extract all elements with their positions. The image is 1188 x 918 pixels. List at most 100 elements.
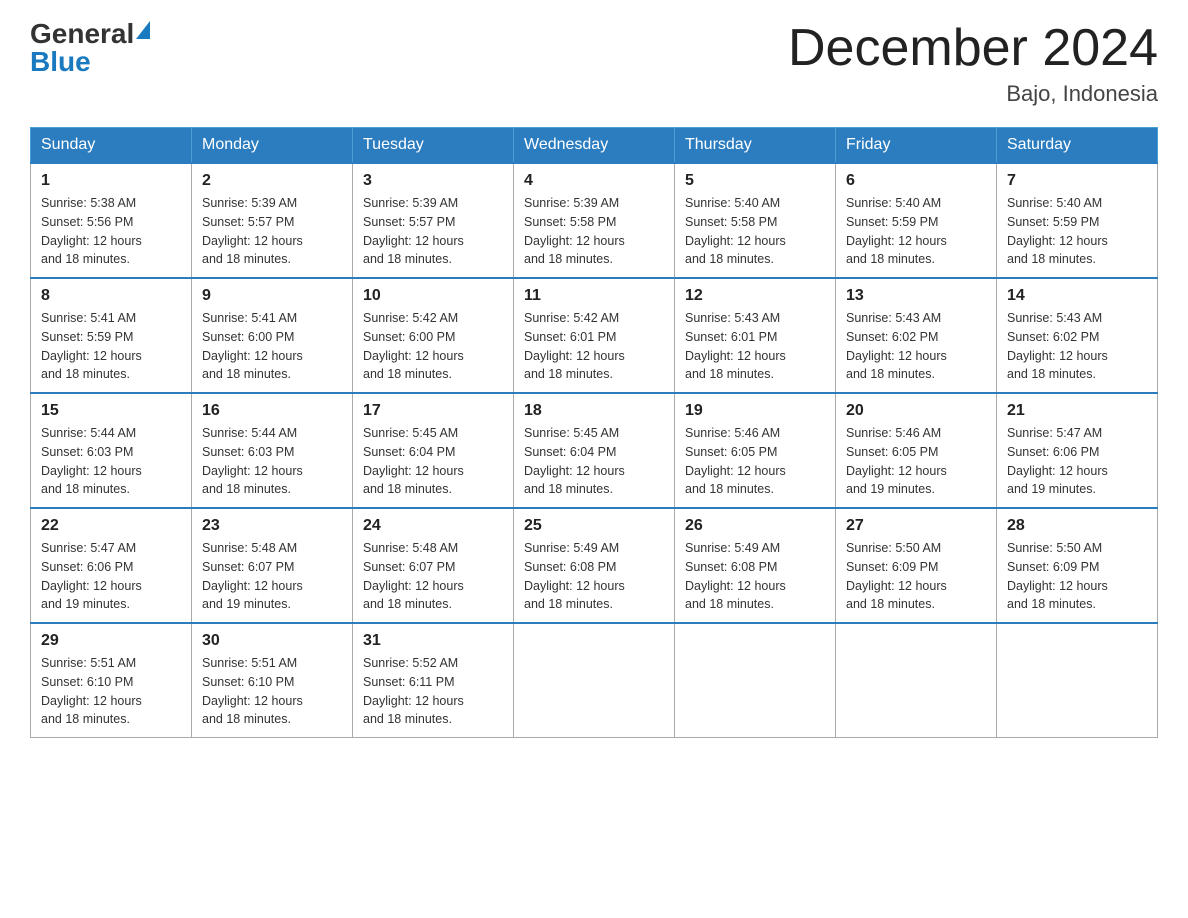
- day-info: Sunrise: 5:46 AMSunset: 6:05 PMDaylight:…: [846, 424, 986, 499]
- day-number: 23: [202, 517, 342, 535]
- day-info: Sunrise: 5:40 AMSunset: 5:59 PMDaylight:…: [1007, 194, 1147, 269]
- calendar-cell: 7 Sunrise: 5:40 AMSunset: 5:59 PMDaylight…: [997, 163, 1158, 278]
- calendar-cell: 28Sunrise: 5:50 AMSunset: 6:09 PMDayligh…: [997, 508, 1158, 623]
- week-row-4: 22 Sunrise: 5:47 AMSunset: 6:06 PMDayligh…: [31, 508, 1158, 623]
- day-info: Sunrise: 5:40 AMSunset: 5:59 PMDaylight:…: [846, 194, 986, 269]
- day-number: 7: [1007, 172, 1147, 190]
- day-info: Sunrise: 5:44 AMSunset: 6:03 PMDaylight:…: [41, 424, 181, 499]
- day-number: 14: [1007, 287, 1147, 305]
- day-info: Sunrise: 5:41 AMSunset: 5:59 PMDaylight:…: [41, 309, 181, 384]
- day-info: Sunrise: 5:42 AMSunset: 6:01 PMDaylight:…: [524, 309, 664, 384]
- day-number: 8: [41, 287, 181, 305]
- day-number: 22: [41, 517, 181, 535]
- day-info: Sunrise: 5:38 AMSunset: 5:56 PMDaylight:…: [41, 194, 181, 269]
- day-number: 18: [524, 402, 664, 420]
- weekday-header-thursday: Thursday: [675, 128, 836, 164]
- day-info: Sunrise: 5:42 AMSunset: 6:00 PMDaylight:…: [363, 309, 503, 384]
- week-row-2: 8 Sunrise: 5:41 AMSunset: 5:59 PMDaylight…: [31, 278, 1158, 393]
- calendar-cell: 8 Sunrise: 5:41 AMSunset: 5:59 PMDaylight…: [31, 278, 192, 393]
- calendar-cell: 26 Sunrise: 5:49 AMSunset: 6:08 PMDayligh…: [675, 508, 836, 623]
- calendar-cell: [514, 623, 675, 738]
- calendar-cell: 15 Sunrise: 5:44 AMSunset: 6:03 PMDayligh…: [31, 393, 192, 508]
- day-info: Sunrise: 5:39 AMSunset: 5:58 PMDaylight:…: [524, 194, 664, 269]
- day-number: 4: [524, 172, 664, 190]
- calendar-cell: 18 Sunrise: 5:45 AMSunset: 6:04 PMDayligh…: [514, 393, 675, 508]
- calendar-cell: 25 Sunrise: 5:49 AMSunset: 6:08 PMDayligh…: [514, 508, 675, 623]
- day-info: Sunrise: 5:48 AMSunset: 6:07 PMDaylight:…: [202, 539, 342, 614]
- day-info: Sunrise: 5:44 AMSunset: 6:03 PMDaylight:…: [202, 424, 342, 499]
- weekday-header-tuesday: Tuesday: [353, 128, 514, 164]
- day-number: 5: [685, 172, 825, 190]
- calendar-cell: 29Sunrise: 5:51 AMSunset: 6:10 PMDayligh…: [31, 623, 192, 738]
- week-row-1: 1Sunrise: 5:38 AMSunset: 5:56 PMDaylight…: [31, 163, 1158, 278]
- calendar-cell: 5 Sunrise: 5:40 AMSunset: 5:58 PMDaylight…: [675, 163, 836, 278]
- day-number: 12: [685, 287, 825, 305]
- day-info: Sunrise: 5:45 AMSunset: 6:04 PMDaylight:…: [363, 424, 503, 499]
- day-number: 17: [363, 402, 503, 420]
- day-info: Sunrise: 5:39 AMSunset: 5:57 PMDaylight:…: [363, 194, 503, 269]
- calendar-cell: 17 Sunrise: 5:45 AMSunset: 6:04 PMDayligh…: [353, 393, 514, 508]
- calendar-cell: 23 Sunrise: 5:48 AMSunset: 6:07 PMDayligh…: [192, 508, 353, 623]
- calendar-cell: 13 Sunrise: 5:43 AMSunset: 6:02 PMDayligh…: [836, 278, 997, 393]
- day-info: Sunrise: 5:49 AMSunset: 6:08 PMDaylight:…: [685, 539, 825, 614]
- day-info: Sunrise: 5:48 AMSunset: 6:07 PMDaylight:…: [363, 539, 503, 614]
- page-header: General Blue December 2024 Bajo, Indones…: [30, 20, 1158, 107]
- day-number: 21: [1007, 402, 1147, 420]
- calendar-cell: 31 Sunrise: 5:52 AMSunset: 6:11 PMDayligh…: [353, 623, 514, 738]
- weekday-header-friday: Friday: [836, 128, 997, 164]
- weekday-header-sunday: Sunday: [31, 128, 192, 164]
- day-number: 2: [202, 172, 342, 190]
- calendar-cell: 9 Sunrise: 5:41 AMSunset: 6:00 PMDaylight…: [192, 278, 353, 393]
- calendar-cell: 10Sunrise: 5:42 AMSunset: 6:00 PMDayligh…: [353, 278, 514, 393]
- day-number: 19: [685, 402, 825, 420]
- calendar-cell: 22 Sunrise: 5:47 AMSunset: 6:06 PMDayligh…: [31, 508, 192, 623]
- day-info: Sunrise: 5:49 AMSunset: 6:08 PMDaylight:…: [524, 539, 664, 614]
- logo: General Blue: [30, 20, 150, 76]
- day-info: Sunrise: 5:43 AMSunset: 6:02 PMDaylight:…: [1007, 309, 1147, 384]
- title-area: December 2024 Bajo, Indonesia: [788, 20, 1158, 107]
- calendar-cell: 27Sunrise: 5:50 AMSunset: 6:09 PMDayligh…: [836, 508, 997, 623]
- day-info: Sunrise: 5:41 AMSunset: 6:00 PMDaylight:…: [202, 309, 342, 384]
- day-info: Sunrise: 5:47 AMSunset: 6:06 PMDaylight:…: [41, 539, 181, 614]
- logo-arrow-icon: [136, 21, 150, 39]
- calendar-cell: 4 Sunrise: 5:39 AMSunset: 5:58 PMDaylight…: [514, 163, 675, 278]
- calendar-cell: [997, 623, 1158, 738]
- logo-blue-text: Blue: [30, 48, 91, 76]
- calendar-cell: 24 Sunrise: 5:48 AMSunset: 6:07 PMDayligh…: [353, 508, 514, 623]
- day-info: Sunrise: 5:47 AMSunset: 6:06 PMDaylight:…: [1007, 424, 1147, 499]
- week-row-5: 29Sunrise: 5:51 AMSunset: 6:10 PMDayligh…: [31, 623, 1158, 738]
- calendar-cell: [675, 623, 836, 738]
- calendar-cell: 21 Sunrise: 5:47 AMSunset: 6:06 PMDayligh…: [997, 393, 1158, 508]
- weekday-header-wednesday: Wednesday: [514, 128, 675, 164]
- day-number: 26: [685, 517, 825, 535]
- calendar-cell: 1Sunrise: 5:38 AMSunset: 5:56 PMDaylight…: [31, 163, 192, 278]
- day-number: 27: [846, 517, 986, 535]
- calendar-cell: 11 Sunrise: 5:42 AMSunset: 6:01 PMDayligh…: [514, 278, 675, 393]
- day-number: 9: [202, 287, 342, 305]
- weekday-header-monday: Monday: [192, 128, 353, 164]
- day-info: Sunrise: 5:40 AMSunset: 5:58 PMDaylight:…: [685, 194, 825, 269]
- day-info: Sunrise: 5:52 AMSunset: 6:11 PMDaylight:…: [363, 654, 503, 729]
- calendar-cell: 12 Sunrise: 5:43 AMSunset: 6:01 PMDayligh…: [675, 278, 836, 393]
- weekday-header-saturday: Saturday: [997, 128, 1158, 164]
- day-number: 25: [524, 517, 664, 535]
- day-info: Sunrise: 5:39 AMSunset: 5:57 PMDaylight:…: [202, 194, 342, 269]
- day-number: 29: [41, 632, 181, 650]
- day-info: Sunrise: 5:43 AMSunset: 6:02 PMDaylight:…: [846, 309, 986, 384]
- week-row-3: 15 Sunrise: 5:44 AMSunset: 6:03 PMDayligh…: [31, 393, 1158, 508]
- calendar-cell: 20Sunrise: 5:46 AMSunset: 6:05 PMDayligh…: [836, 393, 997, 508]
- calendar-cell: 19Sunrise: 5:46 AMSunset: 6:05 PMDayligh…: [675, 393, 836, 508]
- day-number: 28: [1007, 517, 1147, 535]
- day-number: 3: [363, 172, 503, 190]
- logo-general-text: General: [30, 20, 134, 48]
- day-number: 24: [363, 517, 503, 535]
- day-info: Sunrise: 5:43 AMSunset: 6:01 PMDaylight:…: [685, 309, 825, 384]
- day-number: 11: [524, 287, 664, 305]
- day-number: 15: [41, 402, 181, 420]
- day-info: Sunrise: 5:45 AMSunset: 6:04 PMDaylight:…: [524, 424, 664, 499]
- calendar-cell: 6Sunrise: 5:40 AMSunset: 5:59 PMDaylight…: [836, 163, 997, 278]
- calendar-cell: 14 Sunrise: 5:43 AMSunset: 6:02 PMDayligh…: [997, 278, 1158, 393]
- day-number: 13: [846, 287, 986, 305]
- day-number: 31: [363, 632, 503, 650]
- day-number: 30: [202, 632, 342, 650]
